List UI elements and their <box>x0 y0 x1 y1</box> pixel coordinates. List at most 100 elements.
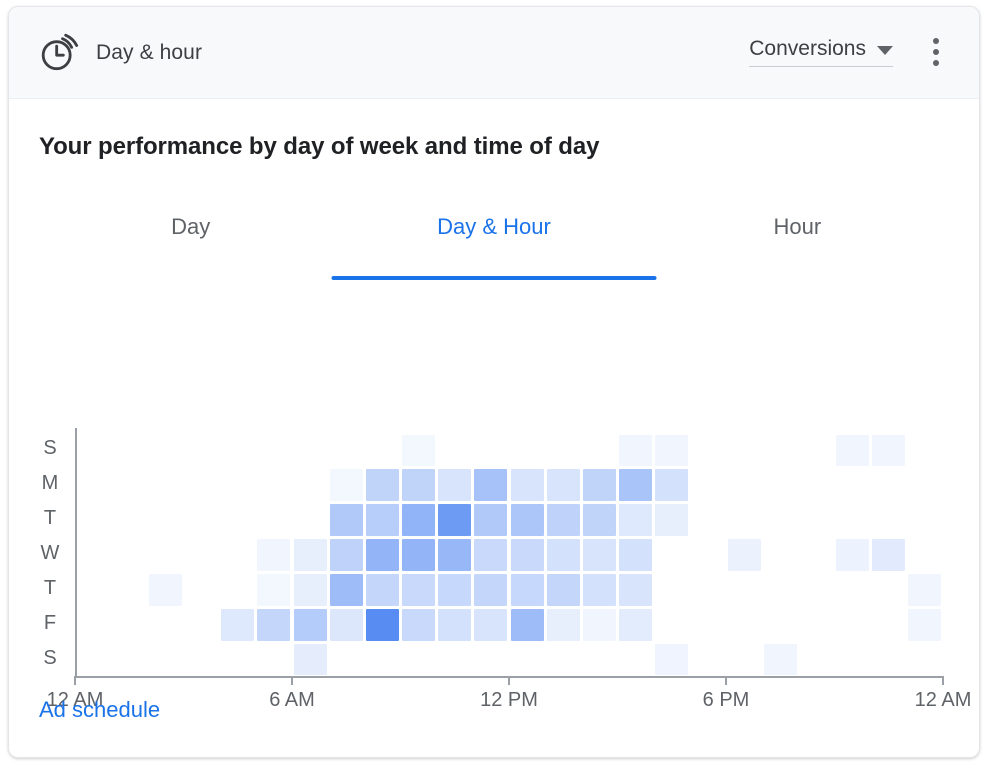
card-title: Day & hour <box>96 41 203 64</box>
heatmap-cell[interactable] <box>836 434 870 467</box>
heatmap-cell[interactable] <box>474 573 508 606</box>
heatmap-cell[interactable] <box>474 608 508 641</box>
y-axis-label: S <box>43 646 57 669</box>
kebab-dot <box>933 49 939 55</box>
heatmap-cell[interactable] <box>510 608 544 641</box>
heatmap-cell[interactable] <box>546 469 580 502</box>
heatmap-cell[interactable] <box>582 504 616 537</box>
heatmap-cell[interactable] <box>365 608 399 641</box>
heatmap-cell[interactable] <box>510 539 544 571</box>
y-axis-label: T <box>43 507 57 530</box>
x-axis-tick <box>725 676 727 685</box>
heatmap-cell[interactable] <box>546 504 580 537</box>
clock-speed-icon <box>39 33 79 73</box>
y-axis-label: W <box>40 542 60 564</box>
heatmap-cell[interactable] <box>619 608 653 641</box>
heatmap-cell[interactable] <box>474 539 508 571</box>
heatmap-cell[interactable] <box>329 469 363 502</box>
heatmap-cell[interactable] <box>365 573 399 606</box>
kebab-dot <box>933 60 939 66</box>
heatmap-cell[interactable] <box>257 539 291 571</box>
heatmap-cell[interactable] <box>872 539 906 571</box>
heatmap-cell[interactable] <box>329 573 363 606</box>
heatmap-cell[interactable] <box>619 434 653 467</box>
heatmap-cell[interactable] <box>619 504 653 537</box>
heatmap-cell[interactable] <box>655 643 689 676</box>
heatmap-cell[interactable] <box>329 504 363 537</box>
metric-selector[interactable]: Conversions <box>749 37 893 67</box>
more-vert-icon[interactable] <box>923 35 949 69</box>
y-axis-label: S <box>43 437 57 460</box>
header-left-group: Day & hour <box>39 33 202 73</box>
x-axis-label: 12 AM <box>914 689 972 711</box>
heatmap-cell[interactable] <box>329 539 363 571</box>
heatmap-cell[interactable] <box>474 469 508 502</box>
heatmap-cell[interactable] <box>293 643 327 676</box>
card-header: Day & hour Conversions <box>9 7 979 99</box>
y-axis-label: T <box>43 576 57 599</box>
x-axis-tick <box>942 676 944 685</box>
heatmap-cell[interactable] <box>908 608 942 641</box>
heatmap-cell[interactable] <box>546 539 580 571</box>
heatmap-cell[interactable] <box>293 539 327 571</box>
heatmap-cell[interactable] <box>257 608 291 641</box>
heatmap-cell[interactable] <box>582 608 616 641</box>
heatmap-cell[interactable] <box>329 608 363 641</box>
heatmap-cell[interactable] <box>438 539 472 571</box>
heatmap-cell[interactable] <box>402 539 436 571</box>
card-body: Your performance by day of week and time… <box>9 99 979 757</box>
x-axis-tick <box>74 676 76 685</box>
day-and-hour-card: Day & hour Conversions Your performance … <box>8 6 980 758</box>
heatmap-cell[interactable] <box>763 643 797 676</box>
heatmap-cell[interactable] <box>655 434 689 467</box>
heatmap-cell[interactable] <box>872 434 906 467</box>
heatmap-cell[interactable] <box>293 608 327 641</box>
heatmap-cell[interactable] <box>510 573 544 606</box>
heatmap-cell[interactable] <box>438 504 472 537</box>
heatmap-cell[interactable] <box>365 504 399 537</box>
heatmap-cell[interactable] <box>402 573 436 606</box>
x-axis-label: 12 PM <box>480 689 538 711</box>
heatmap-cell[interactable] <box>727 539 761 571</box>
y-axis-label: M <box>41 472 59 495</box>
heatmap-cell[interactable] <box>365 539 399 571</box>
header-right-group: Conversions <box>749 35 949 69</box>
heatmap-cell[interactable] <box>438 573 472 606</box>
heatmap-cell[interactable] <box>402 504 436 537</box>
heatmap-cell[interactable] <box>438 608 472 641</box>
heatmap-cell[interactable] <box>221 608 255 641</box>
y-axis-label: F <box>43 611 57 634</box>
heatmap-cell[interactable] <box>402 608 436 641</box>
heatmap-cell[interactable] <box>257 573 291 606</box>
x-axis-tick <box>508 676 510 685</box>
heatmap-cell[interactable] <box>619 469 653 502</box>
heatmap-cell[interactable] <box>582 539 616 571</box>
heatmap-cell[interactable] <box>582 573 616 606</box>
heatmap-chart: S M T W T F S 12 AM 6 AM 12 PM 6 PM 12 AM <box>9 99 979 757</box>
x-axis-tick <box>291 676 293 685</box>
heatmap-cell[interactable] <box>293 573 327 606</box>
x-axis-label: 6 PM <box>702 689 750 711</box>
heatmap-cell[interactable] <box>402 434 436 467</box>
heatmap-cell[interactable] <box>510 469 544 502</box>
heatmap-cell[interactable] <box>908 573 942 606</box>
x-axis-label: 6 AM <box>269 689 315 711</box>
y-axis-line <box>75 428 77 677</box>
metric-selector-value: Conversions <box>749 37 866 60</box>
heatmap-cell[interactable] <box>655 504 689 537</box>
heatmap-cell[interactable] <box>474 504 508 537</box>
chevron-down-icon <box>877 45 893 55</box>
heatmap-cell[interactable] <box>546 608 580 641</box>
heatmap-cell[interactable] <box>619 539 653 571</box>
heatmap-cell[interactable] <box>836 539 870 571</box>
heatmap-cell[interactable] <box>438 469 472 502</box>
ad-schedule-link[interactable]: Ad schedule <box>39 697 160 723</box>
heatmap-cell[interactable] <box>655 469 689 502</box>
heatmap-cell[interactable] <box>582 469 616 502</box>
heatmap-cell[interactable] <box>546 573 580 606</box>
heatmap-cell[interactable] <box>510 504 544 537</box>
heatmap-cell[interactable] <box>365 469 399 502</box>
heatmap-cell[interactable] <box>619 573 653 606</box>
heatmap-cell[interactable] <box>148 573 182 606</box>
heatmap-cell[interactable] <box>402 469 436 502</box>
